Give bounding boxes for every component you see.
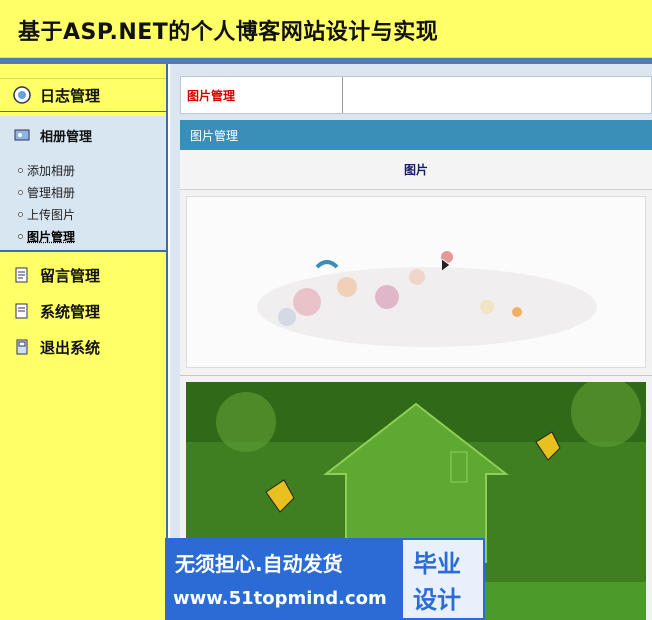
tab-bar: 图片管理 xyxy=(180,76,652,114)
subitem-label: 上传图片 xyxy=(27,208,76,222)
watermark-text-block: 无须担心.自动发货 www.51topmind.com xyxy=(165,538,401,620)
sidebar-item-label: 相册管理 xyxy=(40,129,93,145)
sidebar-item-label: 留言管理 xyxy=(40,266,101,285)
panel-title: 图片管理 xyxy=(180,120,652,150)
sidebar-item-system[interactable]: 系统管理 xyxy=(0,294,166,328)
watermark-banner: 无须担心.自动发货 www.51topmind.com 毕业 设计 xyxy=(165,538,485,620)
sidebar: 日志管理 相册管理 添加相册 管理相册 上传图片 图片管理 留言管理 系统管理 … xyxy=(0,64,168,620)
subitem-label: 管理相册 xyxy=(27,186,76,200)
bullet-icon xyxy=(18,234,23,239)
subitem-manage-album[interactable]: 管理相册 xyxy=(18,184,75,201)
subitem-upload-image[interactable]: 上传图片 xyxy=(18,206,75,223)
bullet-icon xyxy=(18,190,23,195)
sidebar-item-album[interactable]: 相册管理 xyxy=(0,118,166,152)
bullet-icon xyxy=(18,212,23,217)
system-icon xyxy=(12,301,32,321)
subitem-add-album[interactable]: 添加相册 xyxy=(18,162,75,179)
bullet-icon xyxy=(18,168,23,173)
message-icon xyxy=(12,265,32,285)
app-header: 基于ASP.NET的个人博客网站设计与实现 xyxy=(0,0,652,58)
exit-icon xyxy=(12,337,32,357)
album-icon xyxy=(12,125,32,145)
column-header-image: 图片 xyxy=(180,150,652,190)
watermark-line2: www.51topmind.com xyxy=(173,588,387,609)
album-menu: 相册管理 添加相册 管理相册 上传图片 图片管理 xyxy=(0,116,166,252)
subitem-label: 添加相册 xyxy=(27,164,76,178)
watermark-badge: 毕业 设计 xyxy=(401,538,485,620)
image-thumbnail-flowers[interactable] xyxy=(186,196,646,368)
sidebar-item-diary[interactable]: 日志管理 xyxy=(0,78,166,112)
subitem-label: 图片管理 xyxy=(27,230,76,244)
sidebar-item-label: 系统管理 xyxy=(40,302,101,321)
watermark-line1: 无须担心.自动发货 xyxy=(175,552,343,576)
main-content: 图片管理 图片管理 图片 xyxy=(170,64,652,620)
page-title: 基于ASP.NET的个人博客网站设计与实现 xyxy=(18,20,439,45)
sidebar-item-label: 日志管理 xyxy=(40,86,101,105)
sidebar-item-messages[interactable]: 留言管理 xyxy=(0,258,166,292)
sidebar-item-label: 退出系统 xyxy=(40,338,101,357)
tab-image-manage[interactable]: 图片管理 xyxy=(181,77,343,113)
subitem-image-manage[interactable]: 图片管理 xyxy=(18,228,75,245)
watermark-badge-line2: 设计 xyxy=(413,586,461,614)
sidebar-item-exit[interactable]: 退出系统 xyxy=(0,330,166,364)
diary-icon xyxy=(12,85,32,105)
table-row xyxy=(180,190,652,376)
watermark-badge-line1: 毕业 xyxy=(413,550,461,578)
